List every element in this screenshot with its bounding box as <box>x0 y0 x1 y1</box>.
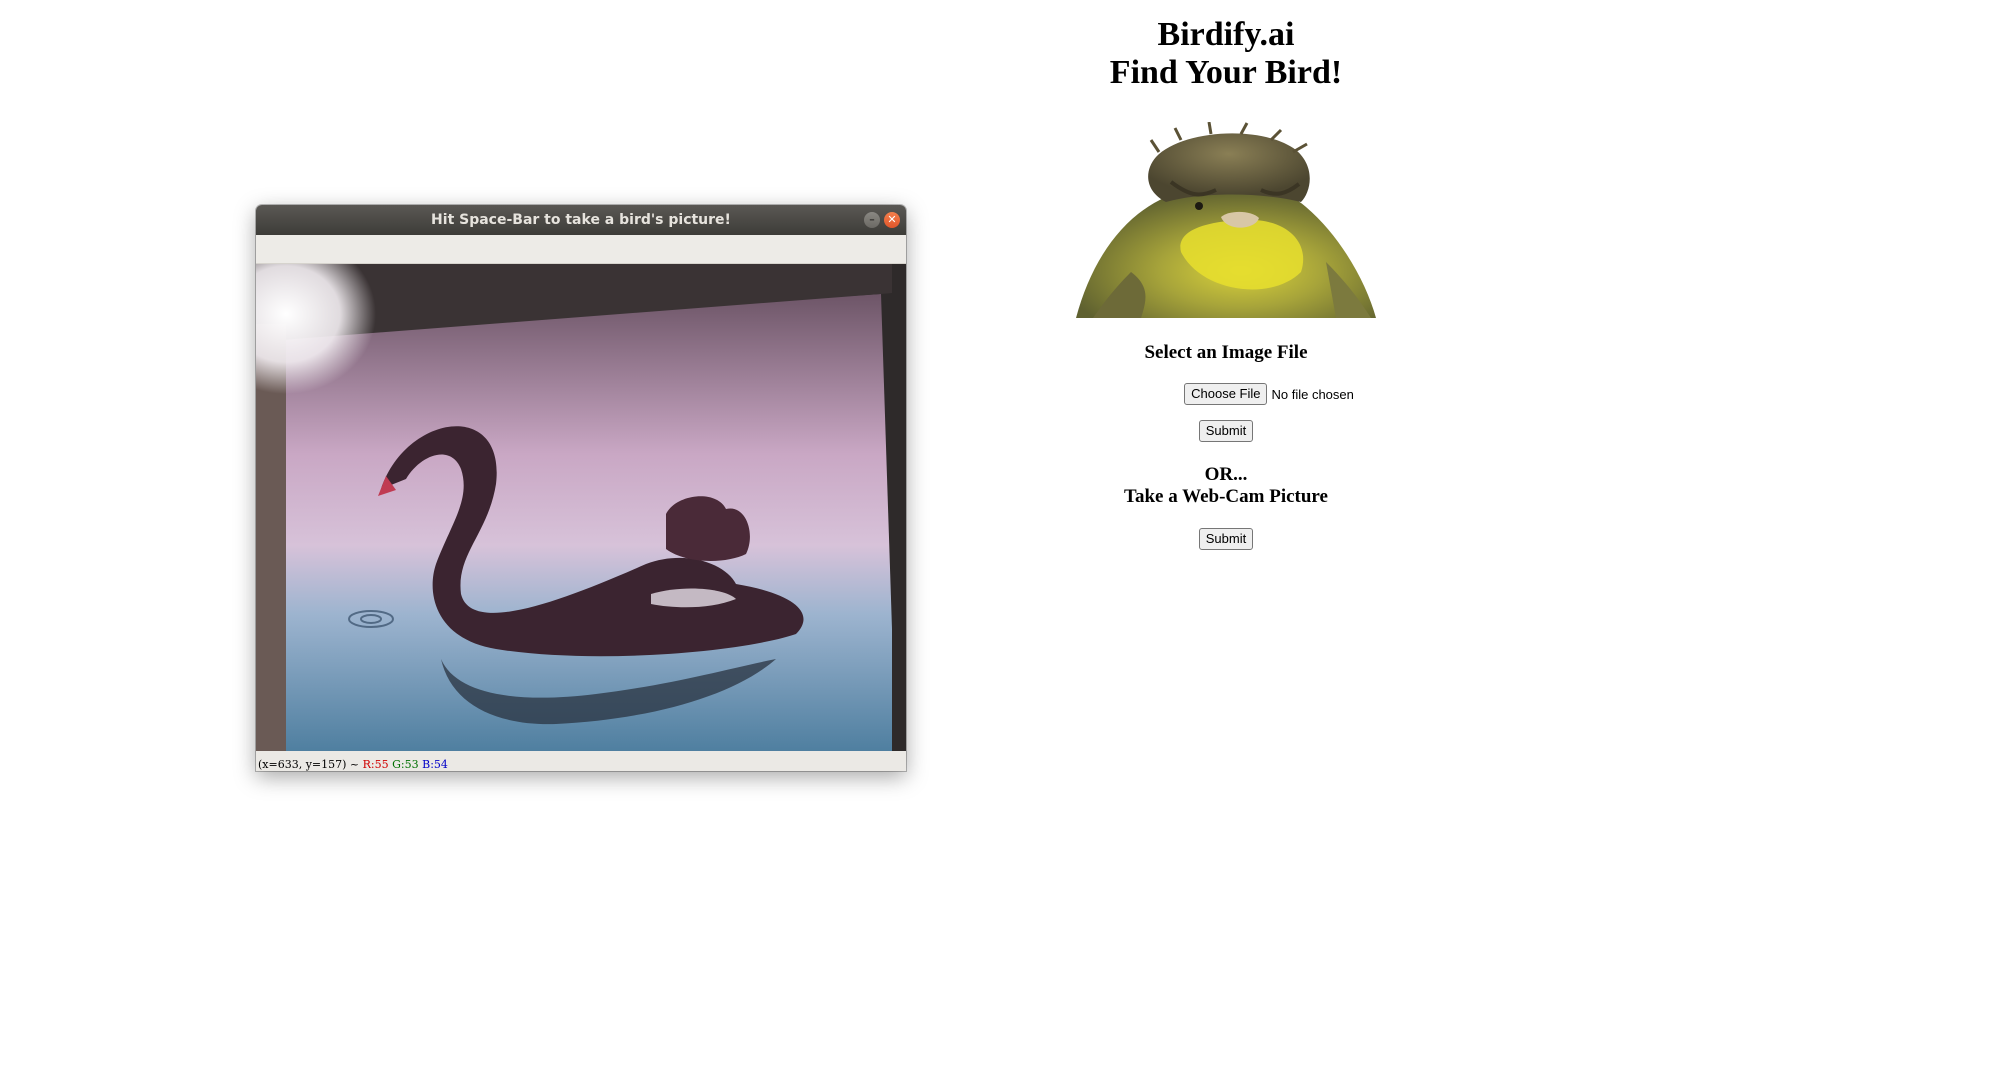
webcam-window[interactable]: Hit Space-Bar to take a bird's picture! … <box>256 205 906 771</box>
webcam-heading: Take a Web-Cam Picture <box>1124 486 1328 507</box>
window-toolbar <box>256 235 906 264</box>
page-subtitle: Find Your Bird! <box>1109 54 1343 91</box>
blue-value: B:54 <box>422 758 448 771</box>
minimize-icon[interactable]: – <box>864 212 880 228</box>
file-status-text: No file chosen <box>1271 386 1354 402</box>
cursor-coords: (x=633, y=157) ~ <box>258 758 360 771</box>
green-value: G:53 <box>392 758 419 771</box>
window-title: Hit Space-Bar to take a bird's picture! <box>431 212 731 228</box>
webcam-preview-image <box>256 264 906 751</box>
upload-submit-button[interactable]: Submit <box>1198 420 1254 442</box>
page-title: Birdify.ai <box>1157 16 1295 53</box>
choose-file-button[interactable]: Choose File <box>1184 383 1268 405</box>
red-value: R:55 <box>362 758 389 771</box>
upload-heading: Select an Image File <box>1144 342 1308 363</box>
pixel-status-bar: (x=633, y=157) ~ R:55 G:53 B:54 <box>258 758 448 771</box>
window-titlebar[interactable]: Hit Space-Bar to take a bird's picture! … <box>256 205 906 235</box>
or-heading: OR... <box>1204 464 1248 485</box>
webcam-submit-button[interactable]: Submit <box>1198 528 1254 550</box>
file-input[interactable]: Choose File No file chosen <box>1050 382 1402 406</box>
close-icon[interactable]: ✕ <box>884 212 900 228</box>
birdify-page: Birdify.ai Find Your Bird! Select an Ima… <box>1050 0 1402 550</box>
canary-bird-image <box>1076 122 1376 318</box>
